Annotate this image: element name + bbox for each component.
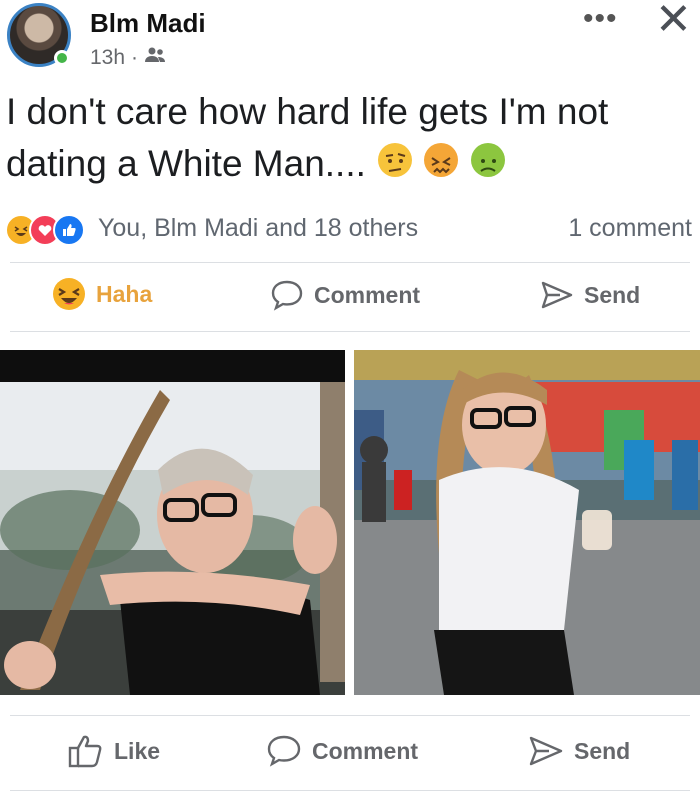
haha-button-label: Haha	[96, 280, 153, 307]
comment-icon	[266, 734, 302, 768]
divider-footer	[10, 790, 690, 791]
online-status-icon	[54, 50, 70, 66]
comment-icon	[270, 279, 304, 311]
post-header: Blm Madi 13h · ••• ✕	[0, 0, 700, 90]
bottom-send-label: Send	[574, 737, 631, 764]
photo-right-illustration	[354, 350, 700, 695]
bottom-send-button[interactable]: Send	[528, 734, 630, 768]
post-meta: 13h ·	[90, 46, 166, 70]
like-label: Like	[114, 737, 161, 764]
reaction-action-bar: Haha Comment Send	[0, 267, 700, 327]
like-thumb-icon	[68, 734, 104, 768]
post-text: I don't care how hard life gets I'm not …	[6, 86, 696, 190]
send-icon	[540, 279, 574, 311]
reactions-summary: You, Blm Madi and 18 others 1 comment	[0, 208, 700, 248]
post-text-line-1: I don't care how hard life gets I'm not	[6, 91, 609, 132]
photo-left[interactable]	[0, 350, 345, 695]
confounded-emoji-icon	[424, 143, 459, 177]
raised-eyebrow-emoji-icon	[378, 143, 413, 177]
post-text-line-2: dating a White Man....	[6, 143, 366, 184]
meta-separator: ·	[131, 46, 139, 69]
bottom-action-bar: Like Comment Send	[0, 722, 700, 782]
author-name[interactable]: Blm Madi	[90, 8, 206, 39]
send-icon	[528, 734, 564, 768]
post-text-line-2-wrap: dating a White Man....	[6, 138, 696, 190]
divider-top	[10, 262, 690, 263]
bottom-comment-button[interactable]: Comment	[266, 734, 418, 768]
like-button[interactable]: Like	[68, 734, 160, 768]
haha-button[interactable]: Haha	[52, 277, 152, 311]
comment-label: Comment	[314, 281, 421, 308]
friends-icon	[144, 46, 166, 70]
post-time[interactable]: 13h	[90, 46, 125, 70]
comment-button[interactable]: Comment	[270, 279, 420, 311]
divider-middle	[10, 331, 690, 332]
haha-button-icon	[52, 277, 86, 311]
more-icon[interactable]: •••	[583, 2, 618, 36]
like-icon	[53, 214, 85, 246]
divider-bottom	[10, 715, 690, 716]
comments-count[interactable]: 1 comment	[568, 214, 692, 243]
nauseated-emoji-icon	[470, 143, 505, 177]
photo-right[interactable]	[354, 350, 700, 695]
send-button[interactable]: Send	[540, 279, 640, 311]
reactions-count-text[interactable]: You, Blm Madi and 18 others	[98, 214, 418, 243]
close-icon[interactable]: ✕	[655, 0, 692, 42]
bottom-comment-label: Comment	[312, 737, 419, 764]
photo-left-illustration	[0, 350, 345, 695]
reaction-icons[interactable]	[5, 214, 85, 246]
send-label: Send	[584, 281, 641, 308]
